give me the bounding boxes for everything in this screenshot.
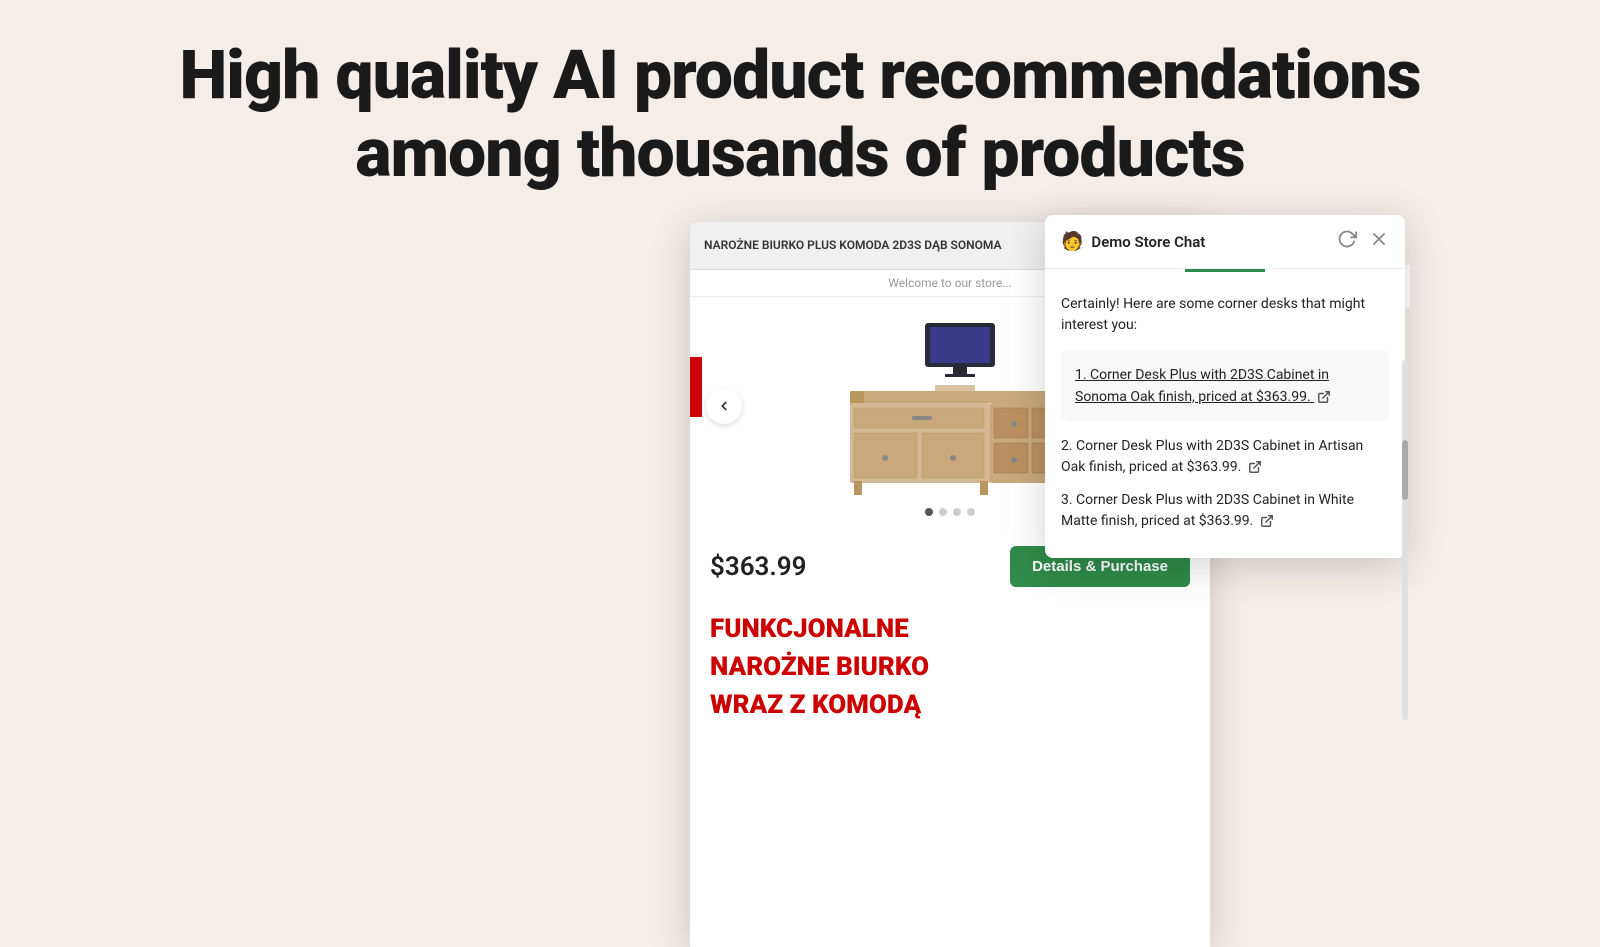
- product-desc-line3: WRAZ Z KOMODĄ: [710, 689, 1190, 723]
- hero-section: High quality AI product recommendations …: [0, 0, 1600, 212]
- chat-body: Certainly! Here are some corner desks th…: [1045, 280, 1405, 558]
- chat-title: Demo Store Chat: [1091, 233, 1205, 251]
- dot-2[interactable]: [939, 508, 947, 516]
- chat-header: 🧑 Demo Store Chat: [1045, 215, 1405, 269]
- product-description: FUNKCJONALNE NAROŻNE BIURKO WRAZ Z KOMOD…: [690, 603, 1210, 732]
- external-link-icon-1: [1317, 390, 1331, 404]
- chat-header-left: 🧑 Demo Store Chat: [1061, 231, 1205, 252]
- chat-refresh-icon[interactable]: [1337, 229, 1357, 254]
- product-price: $363.99: [710, 552, 807, 582]
- hero-line1: High quality AI product recommendations: [179, 35, 1420, 115]
- product-desc-line2: NAROŻNE BIURKO: [710, 651, 1190, 685]
- prev-arrow[interactable]: [706, 388, 742, 424]
- image-dots: [925, 508, 975, 516]
- external-link-icon-3[interactable]: [1260, 514, 1274, 528]
- chat-close-icon[interactable]: [1369, 229, 1389, 254]
- chat-scrollbar[interactable]: [1402, 360, 1408, 720]
- dot-1[interactable]: [925, 508, 933, 516]
- chat-green-line: [1185, 269, 1265, 272]
- product-desc-line1: FUNKCJONALNE: [710, 613, 1190, 647]
- chat-product-card-1: 1. Corner Desk Plus with 2D3S Cabinet in…: [1061, 350, 1389, 422]
- external-link-icon-2[interactable]: [1248, 460, 1262, 474]
- chat-header-icons: [1337, 229, 1389, 254]
- chat-product-link-1[interactable]: 1. Corner Desk Plus with 2D3S Cabinet in…: [1075, 367, 1331, 405]
- chat-product-item-2: 2. Corner Desk Plus with 2D3S Cabinet in…: [1061, 436, 1389, 478]
- hero-line2: among thousands of products: [355, 113, 1244, 193]
- dot-3[interactable]: [953, 508, 961, 516]
- dot-4[interactable]: [967, 508, 975, 516]
- chat-intro-message: Certainly! Here are some corner desks th…: [1061, 294, 1389, 336]
- red-badge: [690, 357, 702, 417]
- chat-product-item-3: 3. Corner Desk Plus with 2D3S Cabinet in…: [1061, 490, 1389, 532]
- chat-emoji: 🧑: [1061, 231, 1083, 252]
- chat-panel: 🧑 Demo Store Chat Certainly! Here are so…: [1045, 215, 1405, 558]
- scrollbar-thumb[interactable]: [1402, 440, 1408, 500]
